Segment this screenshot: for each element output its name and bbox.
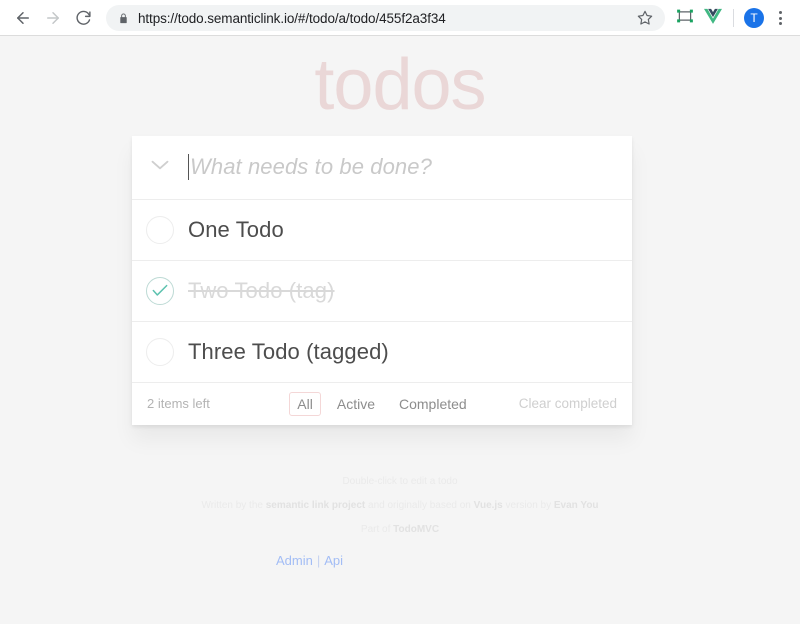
- todo-label: Two Todo (tag): [188, 277, 335, 303]
- page-viewport: todos What needs to be done? One Todo Tw…: [0, 36, 800, 624]
- avatar[interactable]: T: [744, 8, 764, 28]
- todo-item[interactable]: One Todo: [132, 200, 632, 261]
- todo-list: One Todo Two Todo (tag) Three Todo (tagg…: [132, 200, 632, 383]
- todo-toggle[interactable]: [132, 321, 188, 382]
- checkbox-checked-icon: [146, 276, 174, 305]
- checkbox-unchecked-icon: [146, 215, 174, 244]
- info-credits: Written by the semantic link project and…: [125, 499, 675, 511]
- forward-arrow-icon: [44, 9, 62, 27]
- todo-item[interactable]: Two Todo (tag): [132, 261, 632, 322]
- reload-icon: [75, 10, 92, 27]
- todo-item[interactable]: Three Todo (tagged): [132, 322, 632, 383]
- filter-all[interactable]: All: [289, 391, 321, 416]
- items-left-count: 2 items left: [147, 396, 210, 412]
- toggle-all-button[interactable]: [132, 135, 188, 199]
- cast-icon: [676, 7, 694, 30]
- lock-icon: [118, 12, 129, 25]
- new-todo-placeholder: What needs to be done?: [190, 154, 432, 180]
- filter-completed[interactable]: Completed: [391, 392, 475, 416]
- info-credits-prefix: Written by the: [201, 499, 266, 511]
- admin-api-links: Admin | Api: [125, 553, 675, 568]
- todo-toggle[interactable]: [132, 260, 188, 321]
- clear-completed-button[interactable]: Clear completed: [519, 396, 617, 411]
- todomvc-label: TodoMVC: [393, 523, 440, 535]
- info-credits-mid2: version by: [502, 499, 554, 511]
- url-text: https://todo.semanticlink.io/#/todo/a/to…: [138, 10, 446, 26]
- evan-you-label: Evan You: [553, 499, 599, 511]
- todo-footer: 2 items left All Active Completed Clear …: [132, 383, 632, 425]
- vue-devtools-button[interactable]: [699, 4, 727, 32]
- filter-active[interactable]: Active: [329, 392, 383, 416]
- text-caret: [188, 154, 189, 181]
- new-todo-row: What needs to be done?: [132, 136, 632, 200]
- link-separator: |: [316, 552, 321, 568]
- new-todo-input[interactable]: What needs to be done?: [188, 154, 632, 181]
- info-hint: Double-click to edit a todo: [342, 475, 458, 487]
- info-footer: Double-click to edit a todo Written by t…: [125, 475, 675, 535]
- address-bar[interactable]: https://todo.semanticlink.io/#/todo/a/to…: [106, 5, 665, 31]
- vue-devtools-icon: [704, 8, 722, 29]
- cast-button[interactable]: [671, 4, 699, 32]
- todo-label: Three Todo (tagged): [188, 338, 389, 364]
- toolbar-divider: [733, 9, 734, 27]
- browser-toolbar: https://todo.semanticlink.io/#/todo/a/to…: [0, 0, 800, 36]
- semantic-link-project-label: semantic link project: [265, 499, 366, 511]
- kebab-menu-icon[interactable]: [768, 4, 792, 32]
- page-title: todos: [314, 45, 486, 125]
- back-button[interactable]: [8, 3, 38, 33]
- back-arrow-icon: [14, 9, 32, 27]
- chevron-down-icon: [150, 158, 170, 176]
- star-icon[interactable]: [629, 10, 653, 26]
- api-link[interactable]: Api: [324, 553, 343, 568]
- todo-toggle[interactable]: [132, 199, 188, 260]
- vuejs-label: Vue.js: [473, 499, 503, 511]
- info-partof-prefix: Part of: [360, 523, 394, 535]
- todo-label: One Todo: [188, 216, 284, 242]
- info-credits-mid: and originally based on: [365, 499, 474, 511]
- forward-button[interactable]: [38, 3, 68, 33]
- todoapp-wrapper: todos What needs to be done? One Todo Tw…: [125, 36, 675, 568]
- todo-card: What needs to be done? One Todo Two Todo…: [132, 135, 632, 431]
- info-partof: Part of TodoMVC: [125, 523, 675, 535]
- admin-link[interactable]: Admin: [276, 553, 313, 568]
- reload-button[interactable]: [68, 3, 98, 33]
- checkbox-unchecked-icon: [146, 337, 174, 366]
